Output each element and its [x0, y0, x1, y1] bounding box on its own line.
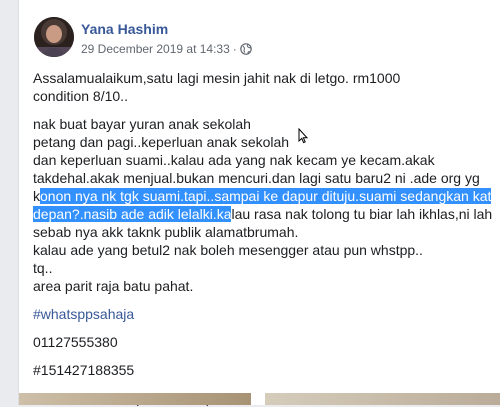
post-line: nak buat bayar yuran anak sekolah: [33, 116, 251, 132]
avatar[interactable]: [34, 17, 74, 57]
phone-number: 01127555380: [33, 334, 118, 350]
post-line: kalau ade yang betul2 nak boleh mesengge…: [33, 242, 423, 258]
hashtag-link[interactable]: #whatsppsahaja: [33, 305, 500, 323]
photo-thumbnail[interactable]: [265, 393, 500, 405]
meta-separator: ·: [232, 42, 237, 56]
post-line-selected: konon nya nk tgk suami.tapi..sampai ke d…: [33, 187, 500, 205]
selected-text: depan?.nasib ade adik lelalki.ka: [33, 206, 232, 222]
globe-icon[interactable]: [239, 43, 252, 58]
author-name[interactable]: Yana Hashim: [81, 21, 168, 37]
post-line: Assalamualaikum,satu lagi mesin jahit na…: [33, 70, 401, 86]
post-line: petang dan pagi..keperluan anak sekolah: [33, 134, 290, 150]
post-line-selected: depan?.nasib ade adik lelalki.kalau rasa…: [33, 205, 500, 223]
mouse-cursor-icon: [298, 127, 309, 149]
post-line: takdehal.akak menjual.bukan mencuri.dan …: [33, 170, 480, 186]
selected-text: onon nya nk tgk suami.tapi..sampai ke da…: [40, 188, 492, 204]
post-text: lau rasa nak tolong tu biar lah ikhlas,n…: [231, 206, 493, 222]
post-meta: 29 December 2019 at 14:33 ·: [81, 42, 252, 58]
account-number: #151427188355: [33, 362, 135, 378]
timestamp[interactable]: 29 December 2019 at 14:33: [81, 42, 230, 56]
post-line: tq..: [33, 260, 53, 276]
post-line: condition 8/10..: [33, 88, 128, 104]
post-line: area parit raja batu pahat.: [33, 278, 194, 294]
photo-thumbnail[interactable]: [19, 393, 251, 405]
post-text: k: [33, 188, 40, 204]
post-line: dan keperluan suami..kalau ada yang nak …: [33, 152, 435, 168]
post-line: sebab nya akk taknk publik alamatbrumah.: [33, 224, 299, 240]
post-body: Assalamualaikum,satu lagi mesin jahit na…: [33, 69, 500, 407]
post-card: Yana Hashim 29 December 2019 at 14:33 · A…: [18, 0, 500, 407]
